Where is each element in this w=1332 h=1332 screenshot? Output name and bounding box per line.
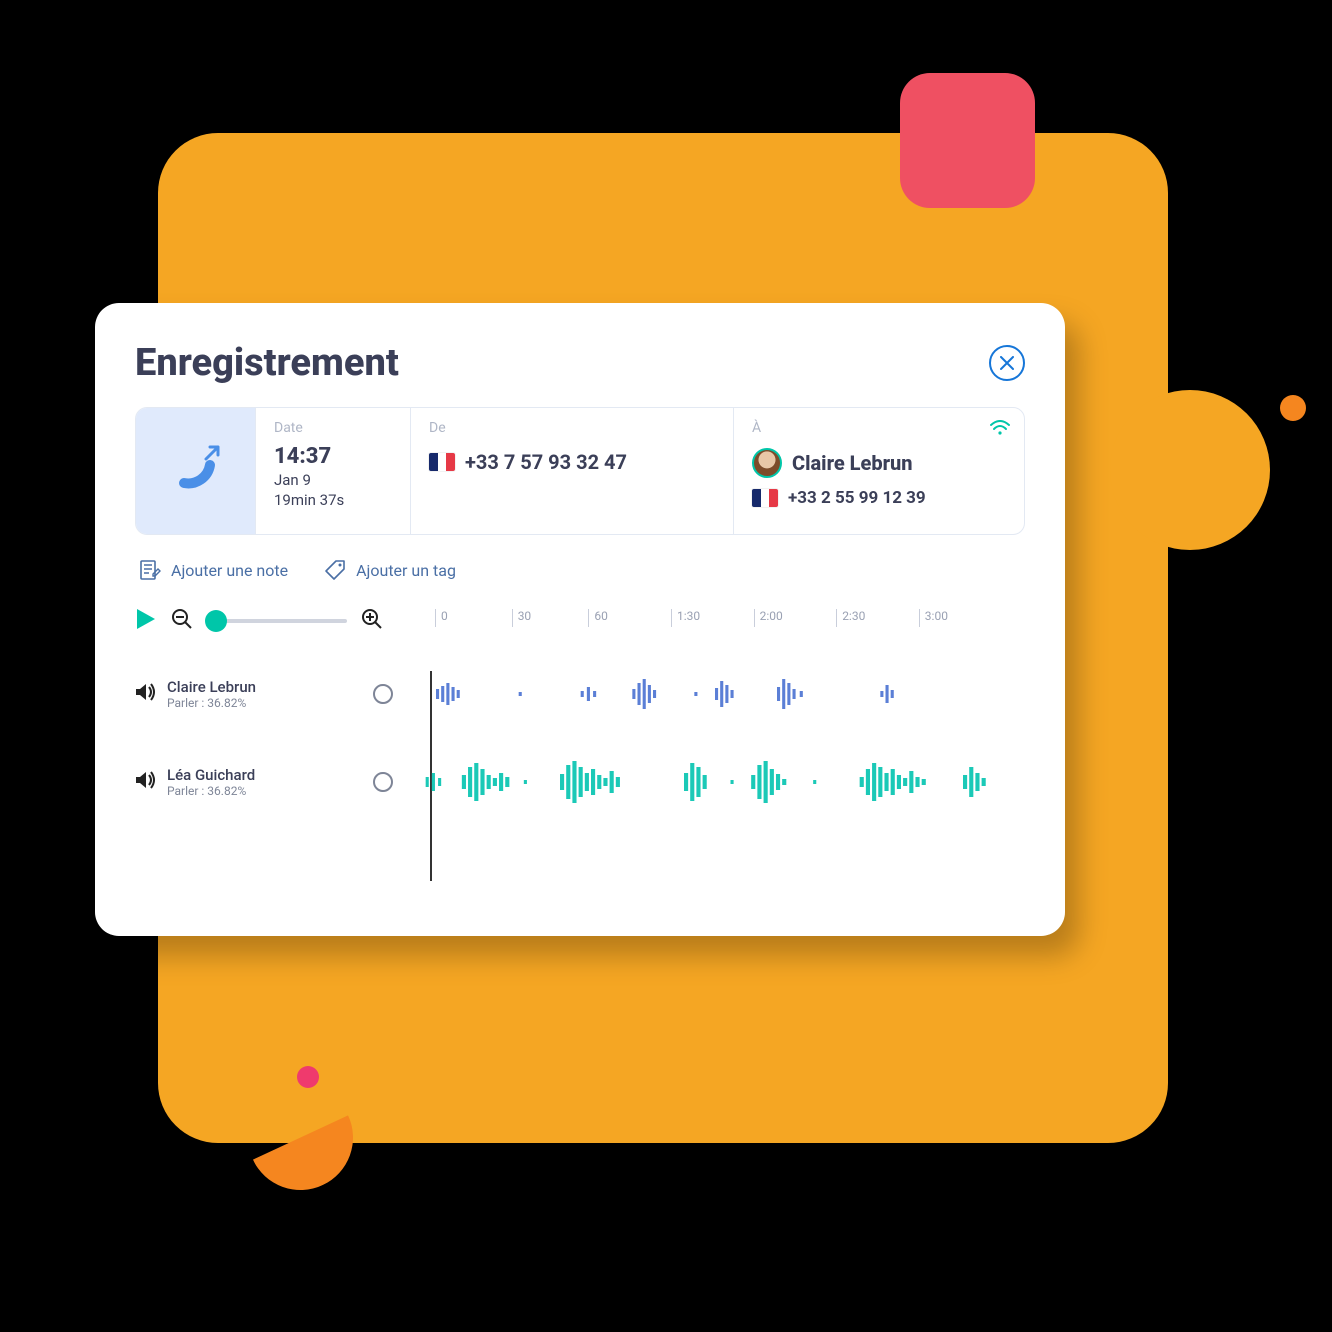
play-icon [135,607,157,631]
tick: 60 [588,609,608,627]
from-label: De [429,420,715,436]
add-note-label: Ajouter une note [171,561,288,580]
close-button[interactable] [989,345,1025,381]
tick: 1:30 [671,609,700,627]
card-header: Enregistrement [135,341,1025,385]
zoom-slider[interactable] [207,619,347,623]
call-info-row: Date 14:37 Jan 9 19min 37s De +33 7 57 9… [135,407,1025,535]
call-duration: 19min 37s [274,491,392,509]
tick: 3:00 [919,609,948,627]
speaker-1-info: Claire Lebrun Parler : 36.82% [167,678,256,710]
to-cell: À Claire Lebrun +33 2 55 99 12 39 [734,408,1024,534]
speaker-1-pct: Parler : 36.82% [167,696,256,710]
avatar [752,448,782,478]
decor-red-square [900,73,1035,208]
tick: 30 [512,609,532,627]
track-1: Claire Lebrun Parler : 36.82% [135,671,1025,717]
tick: 2:30 [836,609,865,627]
action-row: Ajouter une note Ajouter un tag [139,559,1021,581]
date-cell: Date 14:37 Jan 9 19min 37s [256,408,411,534]
speaker-2-pct: Parler : 36.82% [167,784,255,798]
call-direction-cell [136,408,256,534]
play-button[interactable] [135,607,157,635]
to-phone-row: +33 2 55 99 12 39 [752,488,1006,508]
tick: 2:00 [754,609,783,627]
tick: 0 [435,609,448,627]
call-day: Jan 9 [274,471,392,489]
outgoing-call-icon [170,445,222,497]
france-flag-icon [752,489,778,507]
from-number: +33 7 57 93 32 47 [465,450,627,474]
tracks: Claire Lebrun Parler : 36.82% [135,671,1025,805]
close-icon [1000,356,1014,370]
to-number: +33 2 55 99 12 39 [788,488,926,508]
decor-bump [1110,390,1270,550]
to-name: Claire Lebrun [792,451,913,475]
note-icon [139,559,161,581]
decor-orange-dot [1280,395,1306,421]
zoom-out-button[interactable] [171,608,193,634]
track-2: Léa Guichard Parler : 36.82% [135,759,1025,805]
timeline-ruler: 0 30 60 1:30 2:00 2:30 3:00 [435,609,1025,637]
date-label: Date [274,420,392,436]
card-title: Enregistrement [135,341,399,385]
add-tag-button[interactable]: Ajouter un tag [324,559,456,581]
speaker-2-info: Léa Guichard Parler : 36.82% [167,766,255,798]
from-phone-row: +33 7 57 93 32 47 [429,450,715,474]
speaker-1-name: Claire Lebrun [167,678,256,696]
speaker-icon[interactable] [135,770,157,794]
track-2-header: Léa Guichard Parler : 36.82% [135,766,405,798]
track-1-header: Claire Lebrun Parler : 36.82% [135,678,405,710]
tag-icon [324,559,346,581]
decor-pink-dot [297,1066,319,1088]
france-flag-icon [429,453,455,471]
to-contact[interactable]: Claire Lebrun [752,448,1006,478]
zoom-out-icon [171,608,193,630]
waveform-1[interactable] [405,671,1025,717]
track-1-select[interactable] [373,684,393,704]
zoom-in-button[interactable] [361,608,383,634]
slider-knob[interactable] [205,610,227,632]
wifi-icon [990,420,1010,440]
from-cell: De +33 7 57 93 32 47 [411,408,734,534]
add-tag-label: Ajouter un tag [356,561,456,580]
call-time: 14:37 [274,444,392,469]
add-note-button[interactable]: Ajouter une note [139,559,288,581]
speaker-2-name: Léa Guichard [167,766,255,784]
zoom-in-icon [361,608,383,630]
speaker-icon[interactable] [135,682,157,706]
recording-card: Enregistrement Date 14:37 Jan 9 19min 37… [95,303,1065,936]
waveform-2[interactable] [405,759,1025,805]
to-label: À [752,420,1006,436]
audio-player: 0 30 60 1:30 2:00 2:30 3:00 Claire Lebru… [135,601,1025,805]
track-2-select[interactable] [373,772,393,792]
